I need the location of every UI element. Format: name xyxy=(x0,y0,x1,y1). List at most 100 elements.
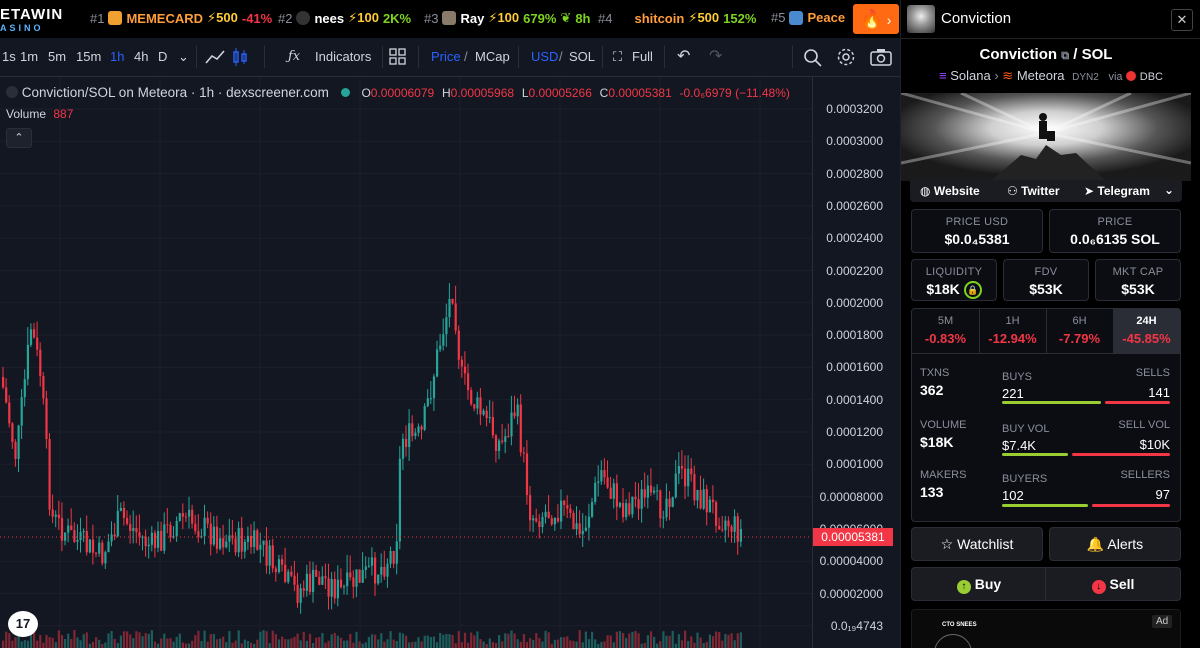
candle-body xyxy=(488,417,491,419)
alerts-button[interactable]: 🔔 Alerts xyxy=(1049,527,1181,561)
trending-item-1[interactable]: #1 MEMECARD ⚡500 -41% xyxy=(90,10,272,26)
chevron-down-icon[interactable]: ⌄ xyxy=(1164,183,1174,197)
candle-body xyxy=(535,518,538,522)
camera-icon[interactable] xyxy=(870,48,892,66)
period-tab-1h[interactable]: 1H -12.94% xyxy=(979,309,1047,354)
layout-grid-icon[interactable] xyxy=(389,48,407,66)
period-tab-6h[interactable]: 6H -7.79% xyxy=(1046,309,1114,354)
price-toggle[interactable]: Price xyxy=(431,49,461,64)
dex-link[interactable]: Meteora xyxy=(1017,68,1065,83)
price-chart[interactable] xyxy=(0,77,900,648)
volume-bar xyxy=(401,633,405,648)
candle-body xyxy=(135,527,138,533)
collapse-legend-button[interactable]: ⌃ xyxy=(6,128,32,148)
volume-bar xyxy=(51,637,54,648)
volume-bar xyxy=(684,630,687,648)
volume-stat: VOLUME $18K xyxy=(920,419,966,450)
candle-body xyxy=(299,588,302,603)
interval-4h[interactable]: 4h xyxy=(134,49,148,64)
full-button[interactable]: Full xyxy=(632,49,653,64)
fx-icon[interactable]: ƒx xyxy=(288,49,300,64)
period-label: 6H xyxy=(1072,315,1087,327)
volume-bar xyxy=(507,633,510,648)
interval-15m[interactable]: 15m xyxy=(76,49,101,64)
indicators-button[interactable]: Indicators xyxy=(315,49,371,64)
period-tab-5m[interactable]: 5M -0.83% xyxy=(912,309,980,354)
sell-button[interactable]: ↓ Sell xyxy=(1045,567,1181,601)
volume-bar xyxy=(352,642,355,648)
candle-body xyxy=(442,334,445,346)
candle-body xyxy=(42,376,45,399)
telegram-link[interactable]: ➤ Telegram xyxy=(1084,184,1150,198)
redo-icon[interactable]: ↷ xyxy=(709,46,722,66)
volume-bar xyxy=(612,642,615,648)
candle-body xyxy=(256,530,259,550)
volume-bar xyxy=(191,640,194,648)
volume-bar xyxy=(609,635,612,648)
candle-body xyxy=(333,578,336,599)
trending-item-4[interactable]: #4 shitcoin ⚡500 152% xyxy=(598,10,756,26)
volume-bar xyxy=(730,633,733,648)
volume-bar xyxy=(361,643,364,648)
sol-toggle[interactable]: SOL xyxy=(569,49,595,64)
usd-toggle[interactable]: USD xyxy=(531,49,558,64)
interval-5m[interactable]: 5m xyxy=(48,49,66,64)
watchlist-button[interactable]: ☆ Watchlist xyxy=(911,527,1043,561)
candle-body xyxy=(519,404,522,453)
price-axis[interactable]: 0.0003200 0.0003000 0.0002800 0.0002600 0.00… xyxy=(812,77,901,648)
sells-value: 141 xyxy=(1148,385,1170,400)
candle-body xyxy=(237,527,240,553)
interval-1h[interactable]: 1h xyxy=(110,49,124,64)
candle-body xyxy=(191,509,194,524)
candle-body xyxy=(312,569,315,593)
candlestick-canvas[interactable] xyxy=(0,77,812,648)
website-link[interactable]: ◍ Website xyxy=(920,184,980,198)
candle-body xyxy=(721,529,724,531)
candle-body xyxy=(529,495,532,521)
search-icon[interactable] xyxy=(802,47,824,67)
price-usd-label: PRICE USD xyxy=(945,216,1009,228)
close-icon[interactable]: ✕ xyxy=(1171,9,1193,31)
ad-banner[interactable]: CTO SNEES Ad xyxy=(911,609,1181,648)
fullscreen-icon[interactable]: ⛶ xyxy=(613,49,622,65)
casino-logo[interactable]: ETAWIN ASINO xyxy=(0,4,80,34)
volume-bar xyxy=(541,641,544,648)
volume-bar xyxy=(718,632,721,648)
candle-body xyxy=(498,440,501,451)
twitter-link[interactable]: ⚇ Twitter xyxy=(1007,184,1060,198)
chain-link[interactable]: Solana xyxy=(950,68,990,83)
volume-bar xyxy=(60,635,64,648)
trending-name: Ray xyxy=(460,10,485,26)
candle-body xyxy=(215,526,219,549)
interval-1s[interactable]: 1s xyxy=(2,49,16,64)
tradingview-logo[interactable]: 17 xyxy=(8,611,38,637)
line-chart-icon[interactable] xyxy=(204,47,226,67)
volume-bar xyxy=(668,635,671,648)
candle-body xyxy=(88,539,91,553)
candles-icon[interactable] xyxy=(232,47,248,67)
trending-item-2[interactable]: #2 nees ⚡100 2K% xyxy=(278,10,411,26)
candle-body xyxy=(95,552,98,554)
trending-item-5[interactable]: #5 Peace xyxy=(771,10,845,25)
volume-bar xyxy=(482,641,485,648)
gear-icon[interactable] xyxy=(836,47,856,67)
volume-bar xyxy=(243,639,246,648)
chevron-down-icon[interactable]: ⌄ xyxy=(178,49,189,65)
social-links: ◍ Website ⚇ Twitter ➤ Telegram ⌄ xyxy=(910,180,1182,202)
period-tab-24h[interactable]: 24H -45.85% xyxy=(1113,309,1180,354)
volume-bar xyxy=(572,641,575,648)
candle-body xyxy=(467,373,470,391)
candle-body xyxy=(383,566,386,577)
mcap-toggle[interactable]: MCap xyxy=(475,49,510,64)
interval-1m[interactable]: 1m xyxy=(20,49,38,64)
txns-stat: TXNS 362 xyxy=(920,367,949,398)
copy-icon[interactable]: ⧉ xyxy=(1061,50,1069,62)
interval-d[interactable]: D xyxy=(158,49,167,64)
undo-icon[interactable]: ↶ xyxy=(677,46,690,66)
buy-button[interactable]: ↑ Buy xyxy=(911,567,1046,601)
volume-bar xyxy=(715,631,718,648)
candle-body xyxy=(572,512,575,530)
period-label: 1H xyxy=(1005,315,1020,327)
fire-button[interactable]: 🔥 › xyxy=(853,4,899,34)
trending-item-3[interactable]: #3 Ray ⚡100 679% ❦ 8h xyxy=(424,10,590,26)
